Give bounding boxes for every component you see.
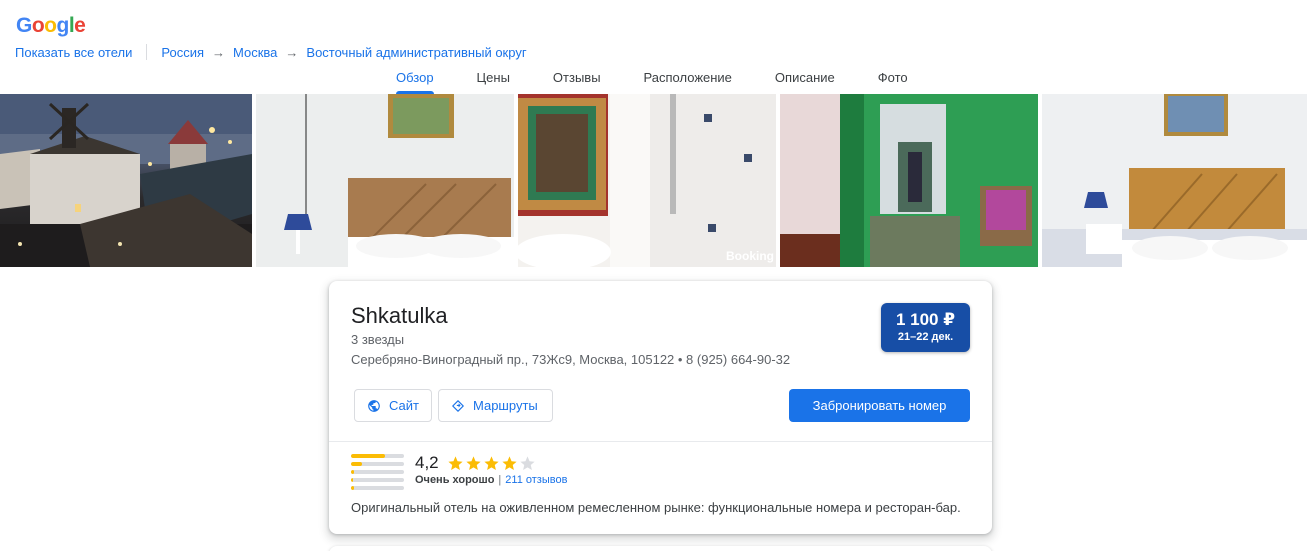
reviews-link[interactable]: 211 отзывов: [505, 474, 567, 486]
rating-bar-3: [351, 470, 404, 474]
hotel-address: Серебряно-Виноградный пр., 73Жс9, Москва…: [351, 352, 791, 367]
tab-description[interactable]: Описание: [775, 68, 835, 94]
website-button[interactable]: Сайт: [354, 389, 432, 422]
breadcrumb-district[interactable]: Восточный административный округ: [306, 45, 526, 60]
book-room-button[interactable]: Забронировать номер: [789, 389, 970, 422]
rating-summary: 4,2: [415, 453, 537, 473]
directions-label: Маршруты: [473, 398, 538, 413]
website-label: Сайт: [389, 398, 419, 413]
show-all-hotels-link[interactable]: Показать все отели: [15, 45, 132, 60]
star-icon: [448, 455, 463, 470]
tab-location[interactable]: Расположение: [644, 68, 732, 94]
photo-room-entrance[interactable]: [780, 94, 1038, 267]
google-logo[interactable]: Google: [16, 14, 86, 38]
price-dates: 21–22 дек.: [897, 331, 954, 343]
next-card: [329, 546, 992, 551]
rating-word: Очень хорошо: [415, 474, 495, 486]
directions-icon: [452, 399, 464, 412]
tab-reviews[interactable]: Отзывы: [553, 68, 601, 94]
arrow-right-icon: →: [212, 44, 226, 60]
breadcrumb-divider: [146, 44, 148, 60]
hotel-description: Оригинальный отель на оживленном ремесле…: [351, 500, 961, 515]
tab-prices[interactable]: Цены: [477, 68, 510, 94]
photo-exterior[interactable]: [0, 94, 252, 267]
star-icon: [520, 455, 535, 470]
logo-letter: o: [44, 14, 57, 37]
rating-value: 4,2: [415, 453, 439, 472]
breadcrumb-moscow[interactable]: Москва: [233, 45, 277, 60]
logo-letter: g: [56, 14, 70, 37]
logo-letter: G: [16, 14, 32, 37]
star-icon: [502, 455, 517, 470]
tab-photos[interactable]: Фото: [878, 68, 908, 94]
logo-letter: e: [74, 14, 86, 37]
breadcrumb: Показать все отели Россия → Москва → Вос…: [15, 44, 527, 60]
rating-bar-5: [351, 454, 404, 458]
arrow-right-icon: →: [285, 44, 299, 60]
hotel-card: Shkatulka 3 звезды Серебряно-Виноградный…: [329, 281, 992, 534]
photo-strip: Booking: [0, 94, 1307, 267]
logo-letter: o: [31, 14, 45, 37]
directions-button[interactable]: Маршруты: [438, 389, 553, 422]
hotel-class: 3 звезды: [351, 332, 405, 347]
card-divider: [329, 441, 992, 442]
globe-icon: [368, 399, 380, 412]
rating-bar-1: [351, 486, 404, 490]
star-icon: [484, 455, 499, 470]
tab-overview[interactable]: Обзор: [396, 68, 434, 94]
rating-distribution: [351, 454, 404, 494]
price-badge[interactable]: 1 100 ₽ 21–22 дек.: [881, 303, 970, 352]
rating-bar-2: [351, 478, 404, 482]
rating-stars: [447, 455, 537, 472]
hotel-name: Shkatulka: [351, 303, 448, 328]
photo-bedroom-2[interactable]: [1042, 94, 1307, 267]
photo-bathroom[interactable]: Booking: [518, 94, 776, 267]
rating-bar-4: [351, 462, 404, 466]
price-value: 1 100 ₽: [895, 310, 956, 329]
star-icon: [466, 455, 481, 470]
booking-watermark: Booking: [726, 249, 774, 263]
rating-details: Очень хорошо | 211 отзывов: [415, 474, 568, 486]
photo-bedroom[interactable]: [256, 94, 514, 267]
tab-bar: Обзор Цены Отзывы Расположение Описание …: [383, 68, 908, 94]
breadcrumb-russia[interactable]: Россия: [161, 45, 204, 60]
